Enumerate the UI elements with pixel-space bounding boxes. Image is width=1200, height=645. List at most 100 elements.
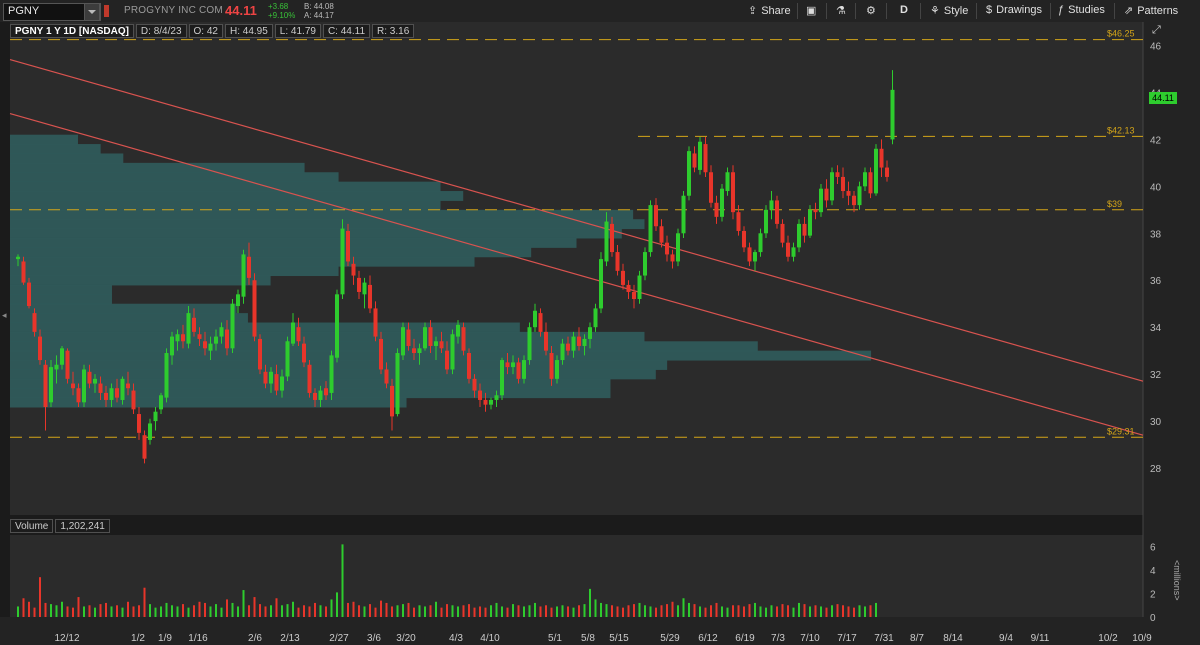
time-tick-label: 5/15 (609, 633, 629, 644)
volume-bar (297, 607, 300, 617)
volume-bar (842, 605, 844, 617)
candle-body (423, 327, 427, 349)
volume-bar (831, 605, 833, 617)
volume-profile-bar (10, 172, 339, 183)
volume-bar (550, 607, 553, 617)
volume-profile-bar (10, 247, 532, 258)
volume-bar (622, 607, 624, 617)
candle-body (390, 385, 394, 417)
volume-tick-label: 2 (1150, 590, 1156, 601)
candle-body (654, 205, 658, 227)
candle-body (93, 378, 97, 384)
volume-profile-bar (10, 397, 407, 408)
volume-bar (94, 607, 96, 617)
volume-bar (99, 604, 102, 617)
volume-bar (468, 604, 470, 617)
volume-bar (330, 599, 333, 617)
time-tick-label: 7/3 (771, 633, 785, 644)
volume-bar (721, 606, 723, 617)
candle-body (87, 371, 92, 384)
candle-body (115, 388, 119, 398)
volume-bar (473, 607, 476, 617)
candle-body (472, 378, 477, 391)
time-tick-label: 12/12 (54, 633, 79, 644)
price-chart[interactable]: ◂$46.25$42.13$39$29.31283032343638404244… (0, 0, 1200, 645)
candle-body (401, 327, 405, 356)
candle-body (522, 360, 526, 379)
candle-body (637, 275, 642, 300)
volume-bar (440, 607, 443, 617)
candle-body (538, 313, 543, 332)
symbol-description: PGNY 1 Y 1D [NASDAQ] (10, 24, 134, 38)
volume-bar (583, 604, 586, 617)
candle-body (434, 341, 438, 346)
candle-body (159, 395, 163, 410)
candle-body (687, 151, 691, 196)
volume-bar (765, 607, 767, 617)
candle-body (483, 399, 488, 405)
time-tick-label: 9/4 (999, 633, 1013, 644)
candle-body (307, 364, 312, 393)
volume-bar (649, 606, 652, 617)
volume-profile-bar (10, 266, 339, 277)
time-tick-label: 1/2 (131, 633, 145, 644)
volume-bar (715, 602, 718, 617)
candle-body (615, 252, 620, 271)
volume-bar (380, 600, 382, 617)
candle-body (808, 209, 812, 236)
volume-bar (127, 601, 129, 617)
volume-bar (545, 605, 547, 617)
candle-body (368, 284, 372, 309)
candle-body (659, 226, 664, 243)
volume-profile-bar (10, 275, 271, 286)
volume-bar (633, 604, 635, 617)
volume-bar (748, 604, 751, 617)
volume-profile-bar (10, 134, 78, 145)
volume-bar (655, 607, 657, 617)
candle-body (621, 270, 625, 285)
time-tick-label: 1/9 (158, 633, 172, 644)
candle-body (890, 89, 895, 140)
volume-bar (369, 604, 371, 617)
collapse-handle-icon: ◂ (2, 310, 7, 320)
volume-bar (501, 606, 503, 617)
volume-bar (572, 607, 575, 617)
volume-bar (352, 601, 355, 617)
volume-bar (776, 606, 778, 617)
candle-body (109, 388, 114, 400)
candle-body (203, 341, 207, 349)
volume-bar (55, 605, 58, 617)
volume-profile-bar (10, 153, 124, 164)
candle-body (775, 200, 779, 224)
volume-profile-bar (10, 209, 634, 220)
volume-bar (105, 602, 107, 617)
candle-body (582, 338, 587, 346)
candle-body (830, 172, 834, 201)
candle-body (494, 395, 499, 400)
candle-body (478, 390, 482, 400)
time-tick-label: 7/10 (800, 633, 820, 644)
volume-bar (605, 604, 608, 617)
candle-body (665, 242, 669, 255)
candle-body (43, 364, 48, 408)
volume-bar (506, 607, 509, 617)
volume-bar (754, 602, 756, 617)
candle-body (274, 374, 279, 391)
volume-bar (424, 606, 426, 617)
volume-bar (171, 605, 173, 617)
expand-icon[interactable]: ⤢ (1152, 24, 1161, 37)
candle-body (137, 414, 141, 433)
volume-bar (726, 607, 729, 617)
volume-bar (17, 606, 19, 617)
candle-body (412, 348, 416, 354)
candle-body (709, 172, 713, 203)
volume-bar (215, 604, 217, 617)
candle-body (428, 327, 433, 346)
time-tick-label: 9/11 (1031, 633, 1050, 644)
time-tick-label: 5/1 (548, 633, 562, 644)
candle-body (747, 247, 752, 262)
time-tick-label: 2/27 (329, 633, 349, 644)
volume-bar (759, 606, 762, 617)
candle-body (258, 338, 262, 370)
candle-body (648, 205, 653, 253)
